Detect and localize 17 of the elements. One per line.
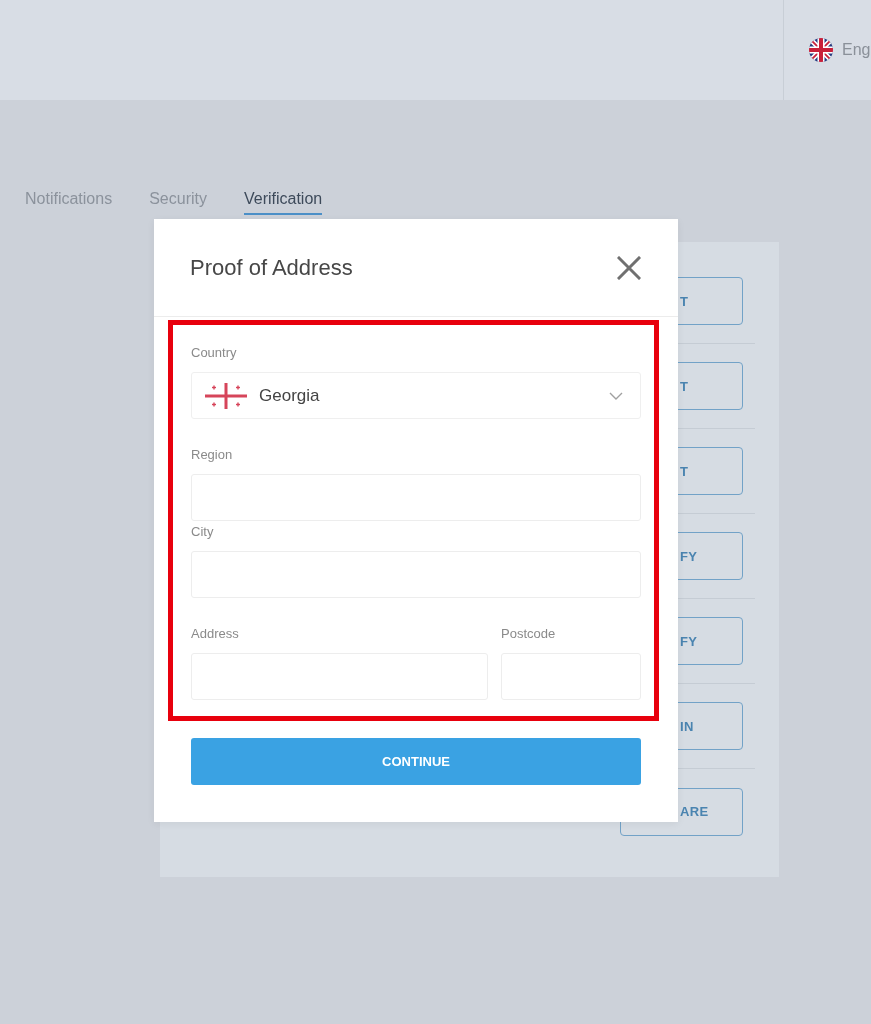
tab[interactable]: Notifications [25, 190, 113, 215]
continue-button[interactable]: CONTINUE [191, 738, 641, 785]
chevron-icon [609, 391, 623, 400]
field-label: Postcode [501, 626, 557, 642]
field-label: Country [191, 345, 238, 361]
field-label: Region [191, 447, 234, 463]
flag-icon [809, 38, 833, 62]
flag-icon [205, 382, 247, 409]
tab[interactable]: Security [149, 190, 207, 215]
country-select[interactable]: Georgia [191, 372, 641, 419]
dialog-title: Proof of Address [190, 254, 353, 281]
tab[interactable]: Verification [243, 190, 323, 215]
language-button[interactable]: Eng [783, 0, 871, 100]
close-button[interactable] [617, 255, 641, 280]
close-icon [617, 255, 641, 280]
field-label: Address [191, 626, 240, 642]
field-label: City [191, 524, 215, 540]
